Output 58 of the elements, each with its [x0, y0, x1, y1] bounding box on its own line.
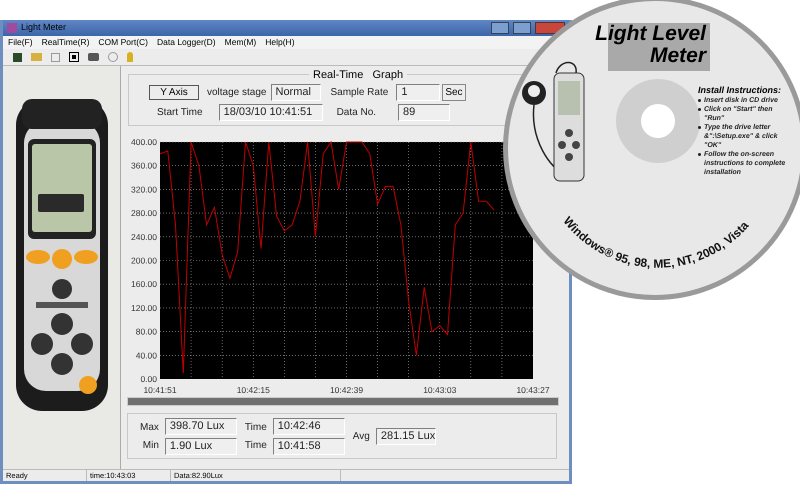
input-field[interactable]: 18/03/10 10:41:51 — [218, 104, 323, 121]
x-tick-label: 10:43:03 — [423, 385, 456, 395]
field-label: Time — [244, 438, 267, 452]
field-label: Data No. — [336, 106, 376, 120]
input-field[interactable]: Normal — [270, 84, 320, 101]
group-title: Real-Time Graph — [309, 67, 408, 84]
bullet-icon — [698, 153, 701, 156]
input-field[interactable]: 10:42:46 — [272, 418, 345, 434]
y-tick-label: 120.00 — [131, 302, 157, 313]
stop-icon[interactable] — [69, 52, 79, 62]
cd-hole — [641, 104, 675, 138]
input-field[interactable]: 1 — [396, 84, 440, 101]
y-tick-label: 280.00 — [131, 208, 157, 218]
x-tick-label: 10:41:51 — [143, 385, 177, 395]
field-label: Max — [140, 420, 159, 434]
field-label: voltage stage — [207, 86, 266, 100]
menu-item[interactable]: COM Port(C) — [98, 36, 148, 49]
bullet-icon — [698, 108, 701, 111]
input-field[interactable]: 10:41:58 — [272, 438, 345, 454]
x-tick-label: 10:43:27 — [516, 385, 550, 395]
horizontal-scrollbar[interactable] — [127, 397, 559, 406]
field-label: Time — [244, 420, 267, 434]
maximize-button[interactable] — [513, 22, 531, 34]
input-field[interactable]: 89 — [398, 104, 450, 121]
close-button[interactable] — [535, 22, 565, 34]
y-tick-label: 80.00 — [136, 326, 157, 337]
sec-button[interactable]: Sec — [442, 84, 466, 101]
y-tick-label: 0.00 — [140, 374, 157, 384]
y-tick-label: 200.00 — [131, 256, 157, 266]
y-tick-label: 360.00 — [131, 160, 157, 171]
minimize-button[interactable] — [491, 22, 509, 34]
cd-title: Meter — [650, 45, 706, 67]
field-label: Avg — [352, 430, 370, 444]
input-field[interactable]: 1.90 Lux — [164, 438, 237, 454]
menu-item[interactable]: Data Logger(D) — [157, 36, 216, 49]
y-tick-label: 240.00 — [131, 232, 157, 242]
field-label: Sample Rate — [330, 86, 388, 100]
input-field[interactable]: 398.70 Lux — [164, 418, 237, 434]
y-axis-button[interactable]: Y Axis — [149, 85, 199, 100]
menu-item[interactable]: File(F) — [8, 36, 33, 49]
window-title: Light Meter — [21, 21, 66, 34]
input-field[interactable]: 281.15 Lux — [376, 428, 436, 444]
y-tick-label: 400.00 — [131, 137, 157, 147]
install-heading: Install Instructions: — [698, 85, 782, 96]
field-label: Min — [142, 438, 159, 452]
x-tick-label: 10:42:15 — [236, 385, 270, 395]
field-label: Start Time — [157, 106, 203, 120]
x-tick-label: 10:42:39 — [330, 385, 364, 395]
menu-item[interactable]: RealTime(R) — [42, 36, 90, 49]
app-icon — [7, 23, 17, 33]
cd-title: Light Level — [595, 23, 706, 45]
y-tick-label: 320.00 — [131, 184, 157, 194]
y-tick-label: 40.00 — [136, 350, 157, 360]
bullet-icon — [698, 99, 701, 102]
y-tick-label: 160.00 — [131, 279, 157, 290]
bullet-icon — [698, 126, 701, 129]
menu-item[interactable]: Help(H) — [265, 36, 295, 49]
menu-item[interactable]: Mem(M) — [224, 36, 256, 49]
